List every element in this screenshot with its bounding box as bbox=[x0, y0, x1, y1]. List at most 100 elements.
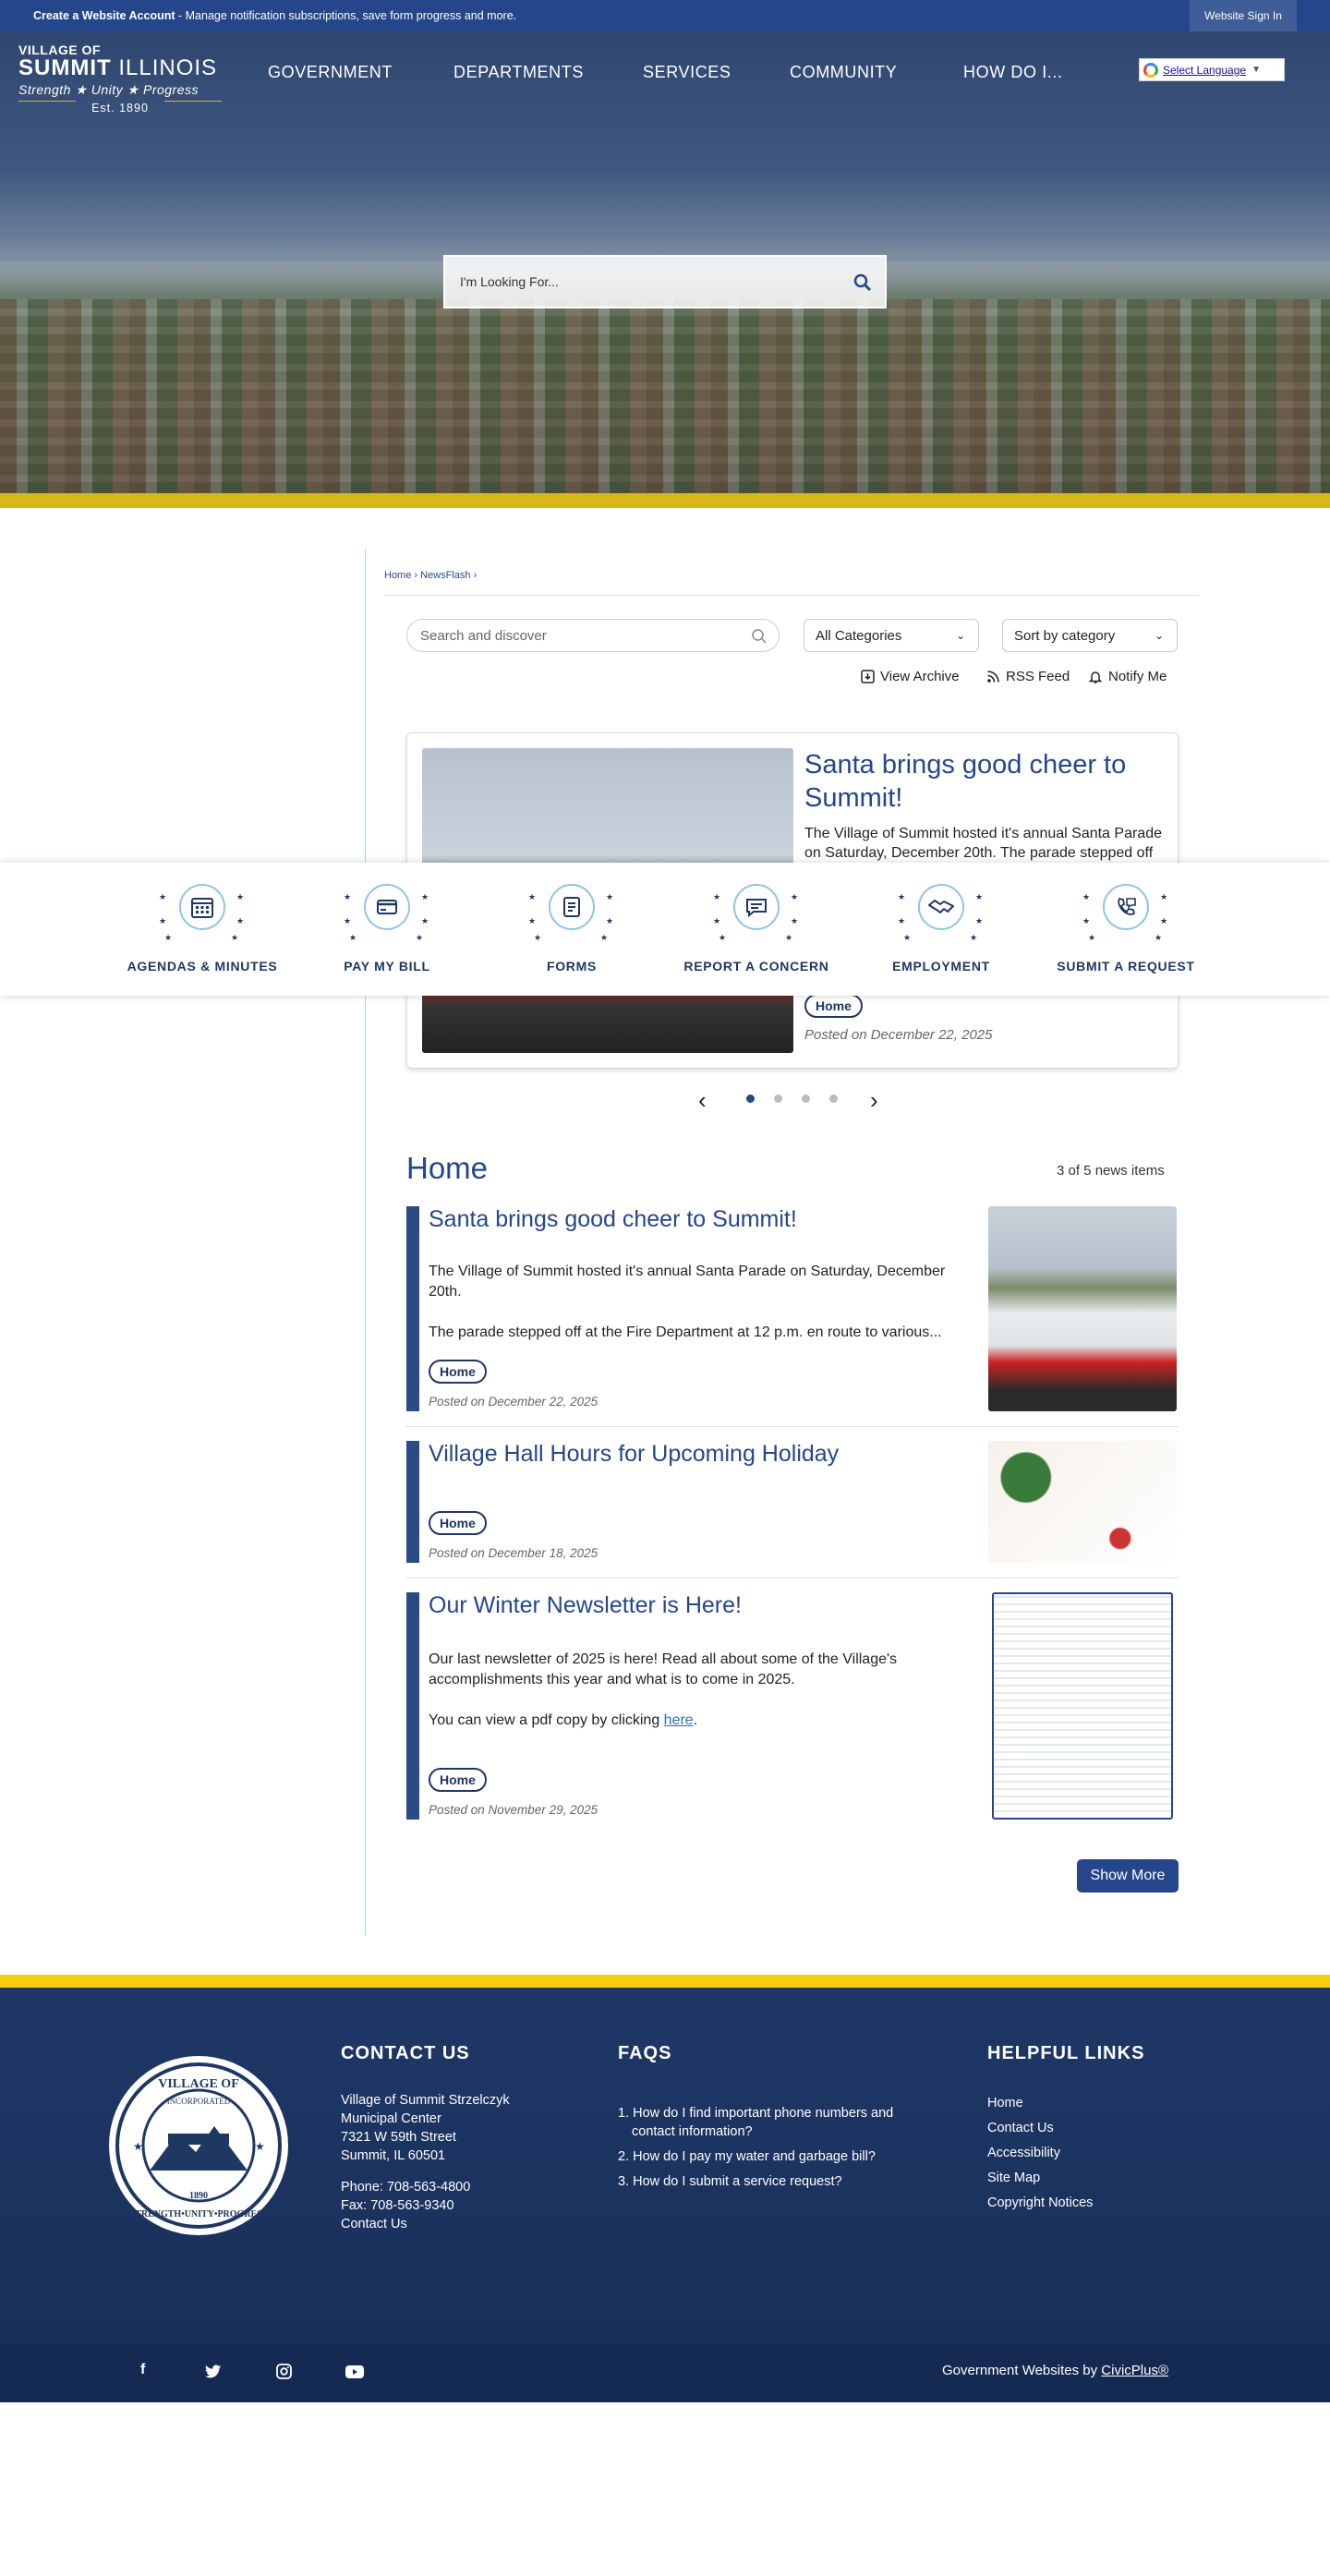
faq-item-continued[interactable]: contact information? bbox=[618, 2122, 932, 2141]
view-archive-link[interactable]: View Archive bbox=[861, 669, 960, 684]
carousel-dot[interactable] bbox=[746, 1094, 755, 1103]
news-item-tag[interactable]: Home bbox=[429, 1360, 487, 1384]
newsletter-pdf-link[interactable]: here bbox=[664, 1712, 694, 1728]
footer-contact-link[interactable]: Contact Us bbox=[341, 2215, 470, 2233]
news-item-tag[interactable]: Home bbox=[429, 1768, 487, 1792]
notify-me-label: Notify Me bbox=[1108, 669, 1167, 684]
carousel-category-tag[interactable]: Home bbox=[804, 994, 863, 1018]
news-item-date: Posted on December 18, 2025 bbox=[429, 1546, 598, 1560]
news-count: 3 of 5 news items bbox=[1057, 1163, 1165, 1179]
nav-government[interactable]: GOVERNMENT bbox=[268, 63, 393, 82]
notify-me-link[interactable]: Notify Me bbox=[1088, 669, 1167, 684]
site-logo[interactable]: VILLAGE OF SUMMIT ILLINOIS Strength ★ Un… bbox=[18, 42, 222, 115]
footer-contact-heading: CONTACT US bbox=[341, 2043, 470, 2063]
carousel-next-button[interactable]: › bbox=[870, 1086, 878, 1115]
nav-community[interactable]: COMMUNITY bbox=[790, 63, 897, 82]
footer-link-contact[interactable]: Contact Us bbox=[987, 2116, 1093, 2141]
chat-icon bbox=[733, 884, 780, 930]
carousel-dot[interactable] bbox=[802, 1094, 810, 1103]
news-item-thumbnail[interactable] bbox=[988, 1206, 1177, 1411]
carousel-dot[interactable] bbox=[774, 1094, 782, 1103]
search-icon[interactable] bbox=[751, 628, 768, 645]
sort-select-value: Sort by category bbox=[1014, 627, 1116, 644]
instagram-icon[interactable] bbox=[276, 2364, 292, 2379]
footer-link-copyright[interactable]: Copyright Notices bbox=[987, 2191, 1093, 2216]
news-item-tag[interactable]: Home bbox=[429, 1511, 487, 1535]
footer-faqs-heading: FAQS bbox=[618, 2043, 672, 2063]
account-banner: Create a Website Account - Manage notifi… bbox=[0, 0, 1330, 31]
seal-mid-text: INCORPORATED bbox=[167, 2097, 231, 2106]
footer-contact-phones: Phone: 708-563-4800 Fax: 708-563-9340 Co… bbox=[341, 2178, 470, 2233]
quick-link-employment[interactable]: ★ ★ ★ ★ ★ ★ EMPLOYMENT bbox=[853, 863, 1029, 996]
search-icon[interactable] bbox=[853, 273, 872, 292]
account-message: Create a Website Account - Manage notifi… bbox=[33, 9, 516, 22]
language-selector[interactable]: Select Language ▼ bbox=[1139, 58, 1285, 81]
news-item-accent bbox=[406, 1206, 419, 1411]
footer-faqs-list: 1. How do I find important phone numbers… bbox=[618, 2104, 932, 2191]
quick-link-pay-bill[interactable]: ★ ★ ★ ★ ★ ★ PAY MY BILL bbox=[299, 863, 475, 996]
news-item-title[interactable]: Our Winter Newsletter is Here! bbox=[429, 1592, 742, 1619]
sign-in-button[interactable]: Website Sign In bbox=[1190, 0, 1297, 31]
footer-helpful-heading: HELPFUL LINKS bbox=[987, 2043, 1145, 2063]
news-item-accent bbox=[406, 1441, 419, 1563]
footer-phone[interactable]: Phone: 708-563-4800 bbox=[341, 2178, 470, 2196]
create-account-link[interactable]: Create a Website Account bbox=[33, 9, 175, 22]
hero-accent-bar bbox=[0, 493, 1330, 508]
phone-request-icon bbox=[1103, 884, 1149, 930]
logo-motto: Strength ★ Unity ★ Progress bbox=[18, 82, 200, 97]
seal-top-text: VILLAGE OF bbox=[158, 2077, 239, 2091]
credit-card-icon bbox=[364, 884, 410, 930]
twitter-icon[interactable] bbox=[205, 2364, 222, 2378]
quick-link-agendas[interactable]: ★ ★ ★ ★ ★ ★ AGENDAS & MINUTES bbox=[115, 863, 290, 996]
footer-link-home[interactable]: Home bbox=[987, 2091, 1093, 2116]
quick-link-label: PAY MY BILL bbox=[344, 959, 430, 974]
news-item: Village Hall Hours for Upcoming Holiday … bbox=[406, 1441, 1179, 1565]
quick-link-submit-request[interactable]: ★ ★ ★ ★ ★ ★ SUBMIT A REQUEST bbox=[1038, 863, 1214, 996]
faq-item[interactable]: 3. How do I submit a service request? bbox=[618, 2172, 932, 2191]
news-search-input[interactable]: Search and discover bbox=[406, 619, 780, 652]
quick-link-report-concern[interactable]: ★ ★ ★ ★ ★ ★ REPORT A CONCERN bbox=[669, 863, 844, 996]
category-select[interactable]: All Categories ⌄ bbox=[804, 619, 979, 652]
content-divider bbox=[365, 550, 366, 1935]
show-more-button[interactable]: Show More bbox=[1077, 1859, 1179, 1893]
carousel-prev-button[interactable]: ‹ bbox=[698, 1086, 707, 1115]
nav-how-do-i[interactable]: HOW DO I... bbox=[963, 63, 1063, 82]
news-item-thumbnail[interactable] bbox=[992, 1592, 1173, 1820]
news-item-title[interactable]: Santa brings good cheer to Summit! bbox=[429, 1206, 797, 1233]
account-message-text: - Manage notification subscriptions, sav… bbox=[175, 9, 517, 22]
bell-icon bbox=[1088, 671, 1103, 683]
nav-departments[interactable]: DEPARTMENTS bbox=[453, 63, 584, 82]
carousel-dot[interactable] bbox=[829, 1094, 838, 1103]
logo-line-2: SUMMIT ILLINOIS bbox=[18, 55, 218, 80]
footer-helpful-links: Home Contact Us Accessibility Site Map C… bbox=[987, 2091, 1093, 2216]
quick-link-forms[interactable]: ★ ★ ★ ★ ★ ★ FORMS bbox=[484, 863, 659, 996]
footer-link-sitemap[interactable]: Site Map bbox=[987, 2166, 1093, 2191]
sort-select[interactable]: Sort by category ⌄ bbox=[1002, 619, 1178, 652]
rss-feed-label: RSS Feed bbox=[1006, 669, 1070, 684]
news-item: Our Winter Newsletter is Here! Our last … bbox=[406, 1592, 1179, 1821]
nav-services[interactable]: SERVICES bbox=[643, 63, 732, 82]
news-item-body: You can view a pdf copy by clicking here… bbox=[429, 1712, 698, 1728]
form-icon bbox=[549, 884, 595, 930]
seal-year-text: 1890 bbox=[189, 2191, 208, 2201]
civicplus-link[interactable]: CivicPlus® bbox=[1101, 2363, 1168, 2378]
site-search-input[interactable]: I'm Looking For... bbox=[443, 255, 887, 308]
quick-link-label: REPORT A CONCERN bbox=[683, 959, 829, 974]
news-item-title[interactable]: Village Hall Hours for Upcoming Holiday bbox=[429, 1441, 839, 1468]
news-item-body: The parade stepped off at the Fire Depar… bbox=[429, 1324, 942, 1340]
news-item-date: Posted on December 22, 2025 bbox=[429, 1395, 598, 1409]
footer-link-accessibility[interactable]: Accessibility bbox=[987, 2141, 1093, 2166]
language-selector-label: Select Language bbox=[1163, 63, 1247, 77]
carousel-title[interactable]: Santa brings good cheer to Summit! bbox=[804, 748, 1174, 815]
news-item-thumbnail[interactable] bbox=[988, 1441, 1177, 1563]
faq-item[interactable]: 2. How do I pay my water and garbage bil… bbox=[618, 2147, 932, 2166]
facebook-icon[interactable]: f bbox=[140, 2362, 145, 2378]
youtube-icon[interactable] bbox=[345, 2365, 364, 2378]
breadcrumb-home[interactable]: Home bbox=[384, 570, 411, 581]
rss-feed-link[interactable]: RSS Feed bbox=[986, 669, 1070, 684]
faq-item[interactable]: 1. How do I find important phone numbers… bbox=[618, 2104, 932, 2122]
carousel-date: Posted on December 22, 2025 bbox=[804, 1027, 993, 1043]
category-select-value: All Categories bbox=[816, 627, 902, 644]
calendar-icon bbox=[179, 884, 225, 930]
breadcrumb-newsflash[interactable]: NewsFlash bbox=[420, 570, 470, 581]
